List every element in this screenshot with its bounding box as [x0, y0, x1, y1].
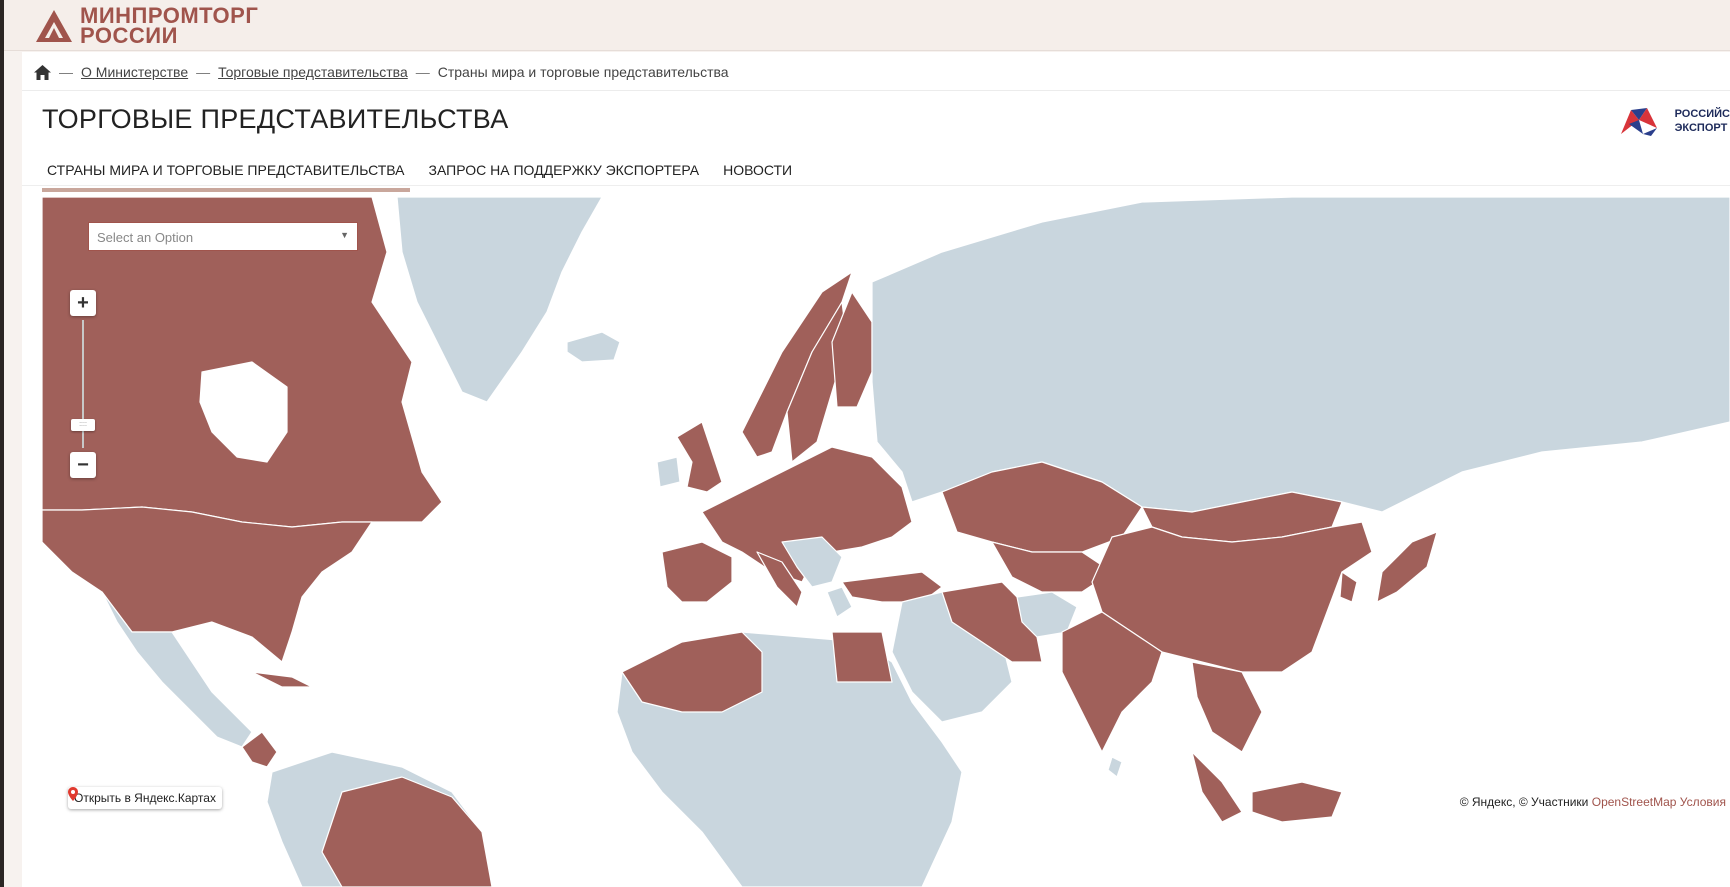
map-region-iceland [566, 331, 621, 363]
world-map[interactable]: Select an Option ▼ + :::: − Открыть в Ян… [42, 192, 1730, 887]
map-region-greenland [396, 196, 603, 403]
partner-line-1: РОССИЙС [1674, 108, 1730, 120]
zoom-slider[interactable]: :::: [70, 316, 96, 452]
page-title: ТОРГОВЫЕ ПРЕДСТАВИТЕЛЬСТВА [42, 104, 509, 134]
site-header: МИНПРОМТОРГ РОССИИ [0, 0, 1730, 51]
openstreetmap-link[interactable]: OpenStreetMap [1592, 795, 1677, 809]
breadcrumb-current: Страны мира и торговые представительства [437, 64, 729, 80]
country-select[interactable]: Select an Option ▼ [88, 222, 358, 251]
map-region-indonesia [1251, 781, 1343, 823]
logo-line-2: РОССИИ [80, 23, 178, 48]
zoom-in-button[interactable]: + [70, 290, 96, 316]
map-copyright: © Яндекс, © Участники OpenStreetMap Усло… [1455, 793, 1730, 811]
divider [22, 185, 1730, 186]
map-pin-icon [68, 787, 78, 801]
map-region-japan [1376, 531, 1438, 603]
map-region-sri-lanka [1107, 756, 1123, 778]
partner-logo-text: РОССИЙС ЭКСПОРТ [1675, 107, 1730, 135]
breadcrumb: — О Министерстве — Торговые представител… [34, 60, 729, 84]
zoom-control: + :::: − [70, 290, 96, 478]
open-in-yandex-maps-button[interactable]: Открыть в Яндекс.Картах [68, 787, 222, 809]
partner-logo[interactable]: РОССИЙС ЭКСПОРТ [1617, 106, 1730, 136]
map-region-cuba [251, 671, 313, 688]
breadcrumb-ministry-link[interactable]: О Министерстве [81, 64, 188, 80]
terms-link[interactable]: Условия [1676, 795, 1726, 809]
map-region-malaysia [1191, 751, 1243, 823]
open-in-yandex-maps-label: Открыть в Яндекс.Картах [74, 791, 216, 805]
breadcrumb-separator: — [196, 64, 211, 80]
zoom-out-button[interactable]: − [70, 452, 96, 478]
breadcrumb-separator: — [59, 64, 73, 80]
copyright-text: © Яндекс, © Участники [1459, 795, 1592, 809]
map-region-uk [676, 421, 723, 493]
tab-exporter-request[interactable]: ЗАПРОС НА ПОДДЕРЖКУ ЭКСПОРТЕРА [424, 158, 705, 192]
breadcrumb-trade-missions-link[interactable]: Торговые представительства [218, 64, 408, 80]
chevron-down-icon: ▼ [340, 230, 349, 240]
content-panel: — О Министерстве — Торговые представител… [22, 52, 1730, 887]
rec-logo-icon [1620, 108, 1657, 136]
map-region-korea [1339, 571, 1358, 603]
map-region-russia [871, 196, 1730, 513]
country-select-placeholder: Select an Option [97, 230, 194, 245]
map-region-ireland [656, 456, 681, 488]
map-region-iberia [661, 541, 733, 603]
window-left-edge [0, 0, 4, 887]
partner-line-2: ЭКСПОРТ [1674, 122, 1728, 134]
ministry-logo[interactable]: МИНПРОМТОРГ РОССИИ [34, 5, 258, 48]
logo-text: МИНПРОМТОРГ РОССИИ [80, 5, 258, 48]
breadcrumb-separator: — [415, 64, 430, 80]
home-icon[interactable] [34, 64, 51, 80]
map-region-morocco-algeria [621, 631, 763, 713]
logo-triangle-icon [36, 10, 72, 42]
map-region-usa [42, 506, 373, 663]
zoom-handle[interactable]: :::: [71, 419, 95, 431]
map-region-egypt [831, 631, 893, 683]
map-canvas[interactable] [42, 192, 1730, 887]
divider [22, 90, 1730, 91]
tab-bar: СТРАНЫ МИРА И ТОРГОВЫЕ ПРЕДСТАВИТЕЛЬСТВА… [42, 158, 811, 192]
map-region-venezuela-brazil [321, 776, 493, 887]
tab-countries[interactable]: СТРАНЫ МИРА И ТОРГОВЫЕ ПРЕДСТАВИТЕЛЬСТВА [42, 158, 410, 192]
tab-news[interactable]: НОВОСТИ [718, 158, 797, 192]
map-region-southeast-asia [1191, 661, 1263, 753]
